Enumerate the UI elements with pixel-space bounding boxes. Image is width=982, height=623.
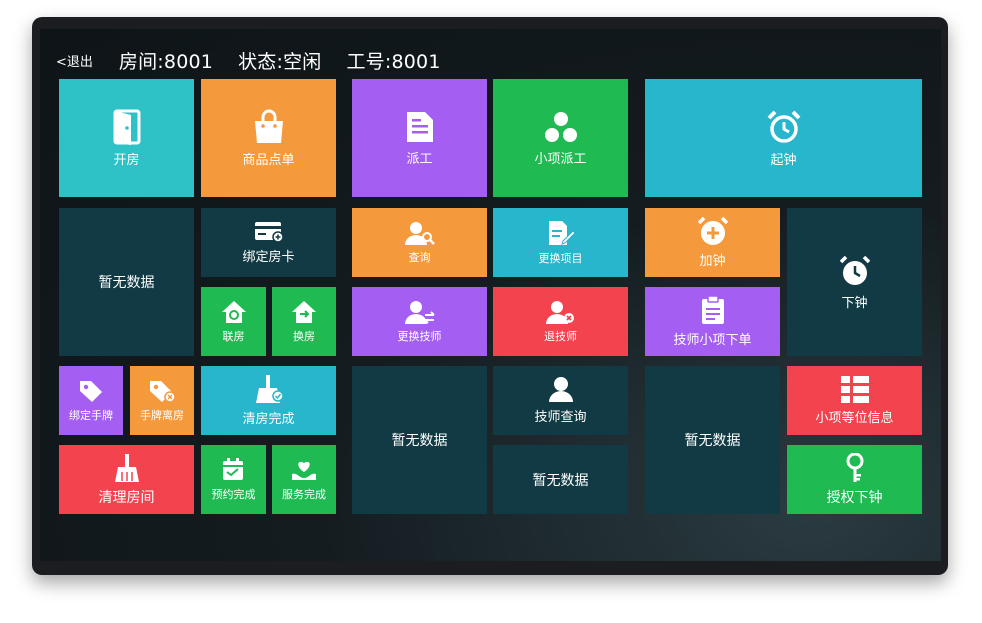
key-icon (845, 452, 865, 483)
bind-card-tile[interactable]: 绑定房卡 (201, 208, 336, 277)
dispatch-tile[interactable]: 派工 (352, 79, 487, 197)
empty-label: 暂无数据 (684, 433, 741, 449)
house-link-icon (221, 300, 247, 324)
return-tech-tile[interactable]: 退技师 (493, 287, 628, 356)
tag-leave-tile[interactable]: 手牌离房 (130, 366, 194, 435)
swap-room-tile[interactable]: 换房 (272, 287, 336, 356)
tech-query-tile[interactable]: 技师查询 (493, 366, 628, 435)
user-remove-icon (545, 300, 576, 324)
tile-label: 退技师 (544, 329, 577, 343)
empty-label: 暂无数据 (98, 275, 155, 291)
empty-slot-3: 暂无数据 (645, 366, 780, 514)
user-icon (548, 376, 574, 402)
clock-icon (838, 254, 872, 288)
card-icon (254, 220, 284, 242)
heart-hand-icon (291, 458, 317, 482)
tile-label: 服务完成 (282, 487, 326, 501)
end-clock-tile[interactable]: 下钟 (787, 208, 922, 356)
item-wait-info-tile[interactable]: 小项等位信息 (787, 366, 922, 435)
empty-label: 暂无数据 (532, 472, 589, 489)
tile-label: 绑定手牌 (69, 408, 113, 422)
link-room-tile[interactable]: 联房 (201, 287, 266, 356)
auth-end-clock-tile[interactable]: 授权下钟 (787, 445, 922, 514)
tile-label: 起钟 (770, 152, 797, 168)
change-tech-tile[interactable]: 更换技师 (352, 287, 487, 356)
tile-label: 小项派工 (534, 151, 587, 167)
tile-label: 小项等位信息 (815, 411, 894, 426)
change-item-tile[interactable]: 更换项目 (493, 208, 628, 277)
tile-label: 更换技师 (397, 329, 442, 343)
tile-label: 派工 (406, 151, 433, 167)
exit-button[interactable]: <退出 (56, 51, 93, 70)
document-icon (405, 110, 435, 144)
door-icon (111, 109, 143, 145)
tile-label: 下钟 (841, 295, 868, 311)
list-grid-icon (840, 375, 870, 403)
tile-label: 绑定房卡 (242, 250, 295, 265)
clipboard-icon (701, 295, 725, 325)
cluster-icon (544, 110, 578, 144)
empty-slot-2: 暂无数据 (352, 366, 487, 514)
header-bar: <退出 房间:8001 状态:空闲 工号:8001 (56, 44, 466, 76)
goods-order-tile[interactable]: 商品点单 (201, 79, 336, 197)
query-tile[interactable]: 查询 (352, 208, 487, 277)
broom-check-icon (254, 374, 284, 404)
user-search-icon (404, 221, 435, 245)
tile-label: 加钟 (699, 254, 726, 269)
tile-label: 技师小项下单 (673, 333, 752, 348)
start-clock-tile[interactable]: 起钟 (645, 79, 922, 197)
room-number: 房间:8001 (118, 50, 214, 73)
booking-done-tile[interactable]: 预约完成 (201, 445, 266, 514)
edit-document-icon (547, 220, 575, 246)
empty-slot-4: 暂无数据 (493, 445, 628, 514)
empty-slot-1: 暂无数据 (59, 208, 194, 356)
add-clock-tile[interactable]: 加钟 (645, 208, 780, 277)
calendar-icon (222, 457, 246, 482)
tile-label: 预约完成 (211, 487, 256, 501)
tile-label: 开房 (113, 152, 140, 168)
bind-tag-tile[interactable]: 绑定手牌 (59, 366, 123, 435)
shopping-bag-icon (252, 109, 286, 145)
tile-label: 清房完成 (242, 412, 295, 427)
alarm-clock-icon (766, 109, 802, 145)
tile-label: 手牌离房 (140, 408, 184, 422)
tile-label: 查询 (408, 250, 431, 264)
open-room-tile[interactable]: 开房 (59, 79, 194, 197)
user-swap-icon (404, 300, 435, 324)
empty-label: 暂无数据 (391, 433, 448, 449)
tech-item-order-tile[interactable]: 技师小项下单 (645, 287, 780, 356)
house-swap-icon (291, 300, 317, 324)
alarm-plus-icon (697, 216, 729, 246)
service-done-tile[interactable]: 服务完成 (272, 445, 336, 514)
tile-label: 换房 (293, 329, 315, 343)
employee-number: 工号:8001 (346, 50, 441, 73)
broom-icon (114, 453, 140, 483)
tile-label: 商品点单 (242, 152, 295, 168)
tile-label: 更换项目 (538, 251, 583, 265)
clean-room-tile[interactable]: 清理房间 (59, 445, 194, 514)
tile-label: 清理房间 (98, 489, 155, 506)
room-status: 状态:空闲 (238, 50, 322, 73)
item-dispatch-tile[interactable]: 小项派工 (493, 79, 628, 197)
tile-label: 技师查询 (534, 410, 587, 425)
tag-remove-icon (148, 379, 176, 403)
tile-label: 授权下钟 (826, 489, 883, 506)
tag-icon (78, 379, 104, 403)
cleaning-done-tile[interactable]: 清房完成 (201, 366, 336, 435)
tile-label: 联房 (222, 329, 245, 343)
